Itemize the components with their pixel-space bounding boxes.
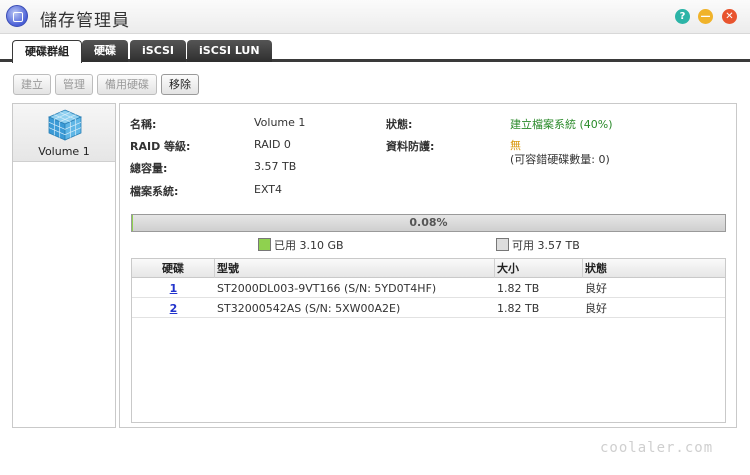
usage-progress-fill bbox=[132, 215, 133, 231]
model-cell: ST32000542AS (S/N: 5XW00A2E) bbox=[217, 302, 401, 315]
free-label: 可用 3.57 TB bbox=[512, 239, 580, 252]
volume-label: Volume 1 bbox=[38, 145, 90, 158]
total-capacity-value: 3.57 TB bbox=[254, 160, 297, 173]
file-system-label: 檔案系統: bbox=[130, 185, 179, 198]
status-cell: 良好 bbox=[585, 302, 607, 315]
help-button[interactable]: ? bbox=[675, 9, 690, 24]
status-value: 建立檔案系統 (40%) bbox=[510, 118, 613, 131]
raid-level-label: RAID 等級: bbox=[130, 140, 191, 153]
watermark: coolaler.com bbox=[600, 440, 714, 456]
tab-disk[interactable]: 硬碟 bbox=[82, 40, 128, 62]
table-row[interactable]: 1 ST2000DL003-9VT166 (S/N: 5YD0T4HF) 1.8… bbox=[132, 279, 725, 298]
title-bar: 儲存管理員 ? — ✕ bbox=[0, 0, 750, 34]
volume-item[interactable]: Volume 1 bbox=[13, 104, 115, 162]
volume-details-panel: 名稱: Volume 1 RAID 等級: RAID 0 總容量: 3.57 T… bbox=[119, 103, 737, 428]
disk-table: 硬碟 型號 大小 狀態 1 ST2000DL003-9VT166 (S/N: 5… bbox=[131, 258, 726, 423]
header-disk[interactable]: 硬碟 bbox=[132, 259, 215, 278]
file-system-value: EXT4 bbox=[254, 183, 283, 196]
table-header: 硬碟 型號 大小 狀態 bbox=[132, 259, 725, 278]
used-swatch bbox=[258, 238, 271, 251]
legend-used: 已用 3.10 GB bbox=[258, 237, 344, 253]
name-label: 名稱: bbox=[130, 118, 157, 131]
tab-bar: 硬碟群組 硬碟 iSCSI iSCSI LUN bbox=[0, 34, 750, 63]
manage-button[interactable]: 管理 bbox=[55, 74, 93, 95]
tab-iscsi-lun[interactable]: iSCSI LUN bbox=[187, 40, 272, 62]
usage-progress-bar: 0.08% bbox=[131, 214, 726, 232]
toolbar: 建立 管理 備用硬碟 移除 bbox=[0, 65, 750, 101]
header-status[interactable]: 狀態 bbox=[583, 259, 725, 278]
table-row[interactable]: 2 ST32000542AS (S/N: 5XW00A2E) 1.82 TB 良… bbox=[132, 299, 725, 318]
close-button[interactable]: ✕ bbox=[722, 9, 737, 24]
raid-level-value: RAID 0 bbox=[254, 138, 291, 151]
header-size[interactable]: 大小 bbox=[495, 259, 583, 278]
tab-iscsi[interactable]: iSCSI bbox=[130, 40, 186, 62]
size-cell: 1.82 TB bbox=[497, 282, 540, 295]
total-capacity-label: 總容量: bbox=[130, 162, 168, 175]
volume-cube-icon bbox=[48, 109, 82, 141]
spare-disk-button[interactable]: 備用硬碟 bbox=[97, 74, 157, 95]
used-label: 已用 3.10 GB bbox=[274, 239, 344, 252]
remove-button[interactable]: 移除 bbox=[161, 74, 199, 95]
header-model[interactable]: 型號 bbox=[215, 259, 495, 278]
usage-percent: 0.08% bbox=[409, 216, 448, 229]
disk-link[interactable]: 2 bbox=[170, 302, 178, 315]
disk-link[interactable]: 1 bbox=[170, 282, 178, 295]
free-swatch bbox=[496, 238, 509, 251]
minimize-button[interactable]: — bbox=[698, 9, 713, 24]
status-cell: 良好 bbox=[585, 282, 607, 295]
name-value: Volume 1 bbox=[254, 116, 306, 129]
create-button[interactable]: 建立 bbox=[13, 74, 51, 95]
window-title: 儲存管理員 bbox=[40, 11, 130, 31]
legend-free: 可用 3.57 TB bbox=[496, 237, 580, 253]
tab-disk-group[interactable]: 硬碟群組 bbox=[12, 40, 82, 63]
status-label: 狀態: bbox=[386, 118, 413, 131]
storage-manager-app-icon bbox=[6, 5, 28, 27]
volume-list: Volume 1 bbox=[12, 103, 116, 428]
data-protection-label: 資料防護: bbox=[386, 140, 435, 153]
fault-tolerance-note: (可容錯硬碟數量: 0) bbox=[510, 153, 610, 166]
size-cell: 1.82 TB bbox=[497, 302, 540, 315]
model-cell: ST2000DL003-9VT166 (S/N: 5YD0T4HF) bbox=[217, 282, 437, 295]
